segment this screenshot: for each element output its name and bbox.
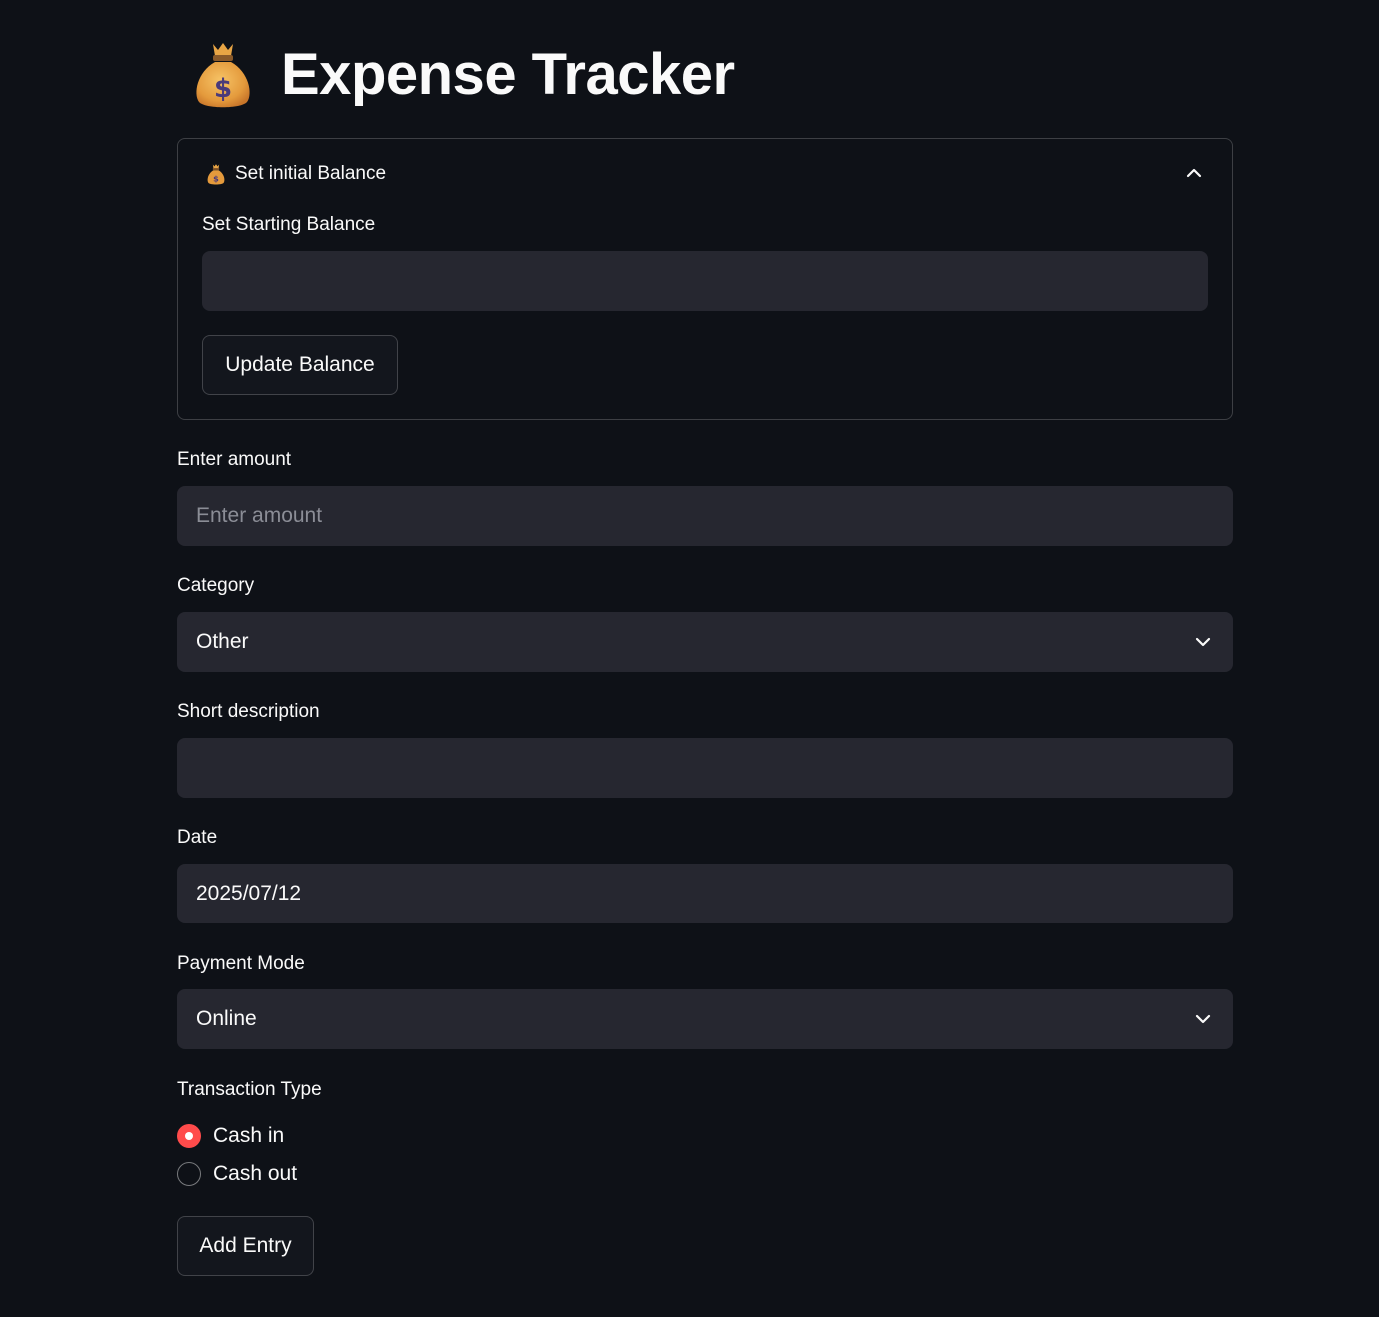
expander-title: Set initial Balance xyxy=(235,163,387,184)
category-selected-value: Other xyxy=(196,630,249,653)
amount-input[interactable] xyxy=(177,486,1233,546)
payment-mode-selected-value: Online xyxy=(196,1007,257,1030)
category-select[interactable]: Other xyxy=(177,612,1233,672)
money-bag-icon: $ xyxy=(191,36,255,112)
payment-mode-label: Payment Mode xyxy=(177,953,305,974)
money-bag-icon: $ xyxy=(205,162,227,186)
date-value: 2025/07/12 xyxy=(196,881,302,905)
payment-mode-select[interactable]: Online xyxy=(177,989,1233,1049)
chevron-down-icon xyxy=(1193,632,1213,652)
radio-cash-in[interactable]: Cash in xyxy=(177,1121,284,1151)
description-label: Short description xyxy=(177,701,320,722)
radio-label: Cash out xyxy=(213,1162,298,1185)
chevron-up-icon[interactable] xyxy=(1184,163,1204,183)
starting-balance-input[interactable] xyxy=(202,251,1208,311)
header: $ Expense Tracker xyxy=(191,36,735,112)
radio-button[interactable] xyxy=(177,1162,201,1186)
add-entry-button[interactable]: Add Entry xyxy=(177,1216,314,1276)
radio-label: Cash in xyxy=(213,1124,285,1147)
date-label: Date xyxy=(177,827,218,848)
amount-label: Enter amount xyxy=(177,449,292,470)
page-title: Expense Tracker xyxy=(281,41,735,107)
radio-button-checked[interactable] xyxy=(177,1124,201,1148)
chevron-down-icon xyxy=(1193,1009,1213,1029)
radio-cash-out[interactable]: Cash out xyxy=(177,1159,297,1189)
transaction-type-label: Transaction Type xyxy=(177,1079,322,1100)
starting-balance-label: Set Starting Balance xyxy=(202,214,376,235)
initial-balance-expander: $ Set initial Balance Set Starting Balan… xyxy=(177,138,1233,420)
category-label: Category xyxy=(177,575,255,596)
date-input[interactable]: 2025/07/12 xyxy=(177,864,1233,923)
description-input[interactable] xyxy=(177,738,1233,798)
expander-header[interactable]: $ Set initial Balance xyxy=(205,159,386,189)
svg-text:$: $ xyxy=(213,173,219,183)
update-balance-button[interactable]: Update Balance xyxy=(202,335,398,395)
svg-text:$: $ xyxy=(214,74,232,104)
